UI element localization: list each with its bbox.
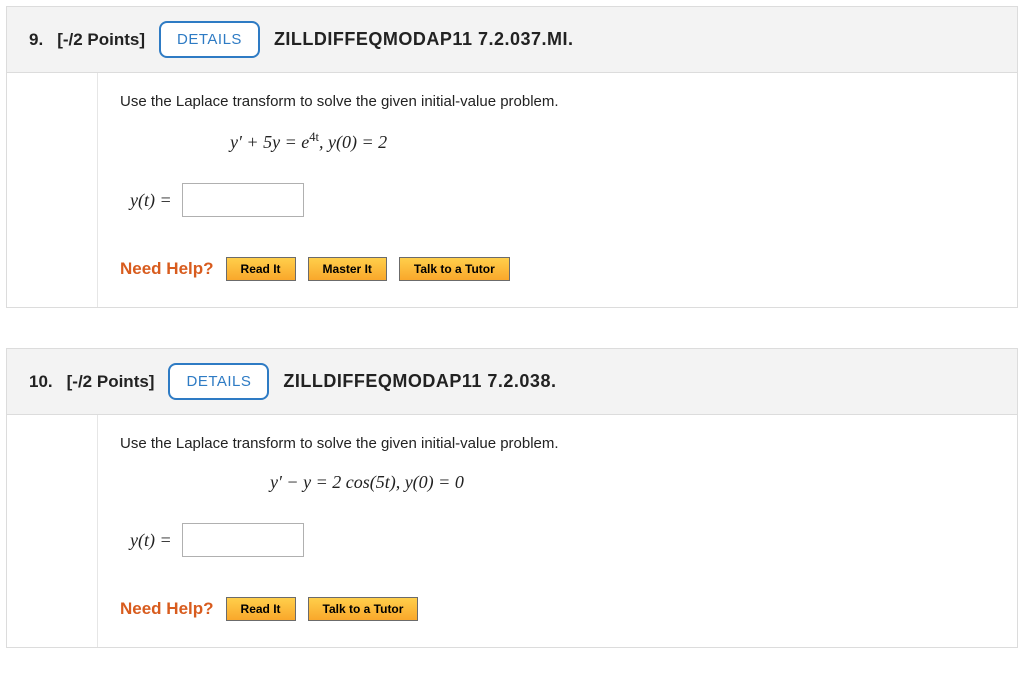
need-help-label: Need Help? bbox=[120, 259, 214, 279]
question-header: 9. [-/2 Points] DETAILS ZILLDIFFEQMODAP1… bbox=[7, 7, 1017, 73]
help-row: Need Help? Read It Master It Talk to a T… bbox=[120, 257, 995, 281]
answer-row: y(t) = bbox=[120, 183, 995, 217]
read-it-button[interactable]: Read It bbox=[226, 257, 296, 281]
read-it-button[interactable]: Read It bbox=[226, 597, 296, 621]
details-button[interactable]: DETAILS bbox=[168, 363, 269, 400]
answer-input[interactable] bbox=[182, 523, 304, 557]
question-prompt: Use the Laplace transform to solve the g… bbox=[120, 93, 995, 110]
eq-sup: 4t bbox=[309, 130, 319, 144]
question-source: ZILLDIFFEQMODAP11 7.2.038. bbox=[283, 371, 556, 392]
question-10: 10. [-/2 Points] DETAILS ZILLDIFFEQMODAP… bbox=[6, 348, 1018, 648]
eq-full: y′ − y = 2 cos(5t), y(0) = 0 bbox=[270, 472, 464, 492]
talk-tutor-button[interactable]: Talk to a Tutor bbox=[399, 257, 510, 281]
question-body: Use the Laplace transform to solve the g… bbox=[97, 415, 1017, 647]
question-number: 10. bbox=[29, 372, 53, 392]
eq-rhs: , y(0) = 2 bbox=[319, 132, 387, 152]
details-button[interactable]: DETAILS bbox=[159, 21, 260, 58]
question-header: 10. [-/2 Points] DETAILS ZILLDIFFEQMODAP… bbox=[7, 349, 1017, 415]
answer-input[interactable] bbox=[182, 183, 304, 217]
points-label: [-/2 Points] bbox=[57, 30, 145, 50]
question-equation: y′ + 5y = e4t, y(0) = 2 bbox=[120, 130, 995, 153]
answer-row: y(t) = bbox=[120, 523, 995, 557]
master-it-button[interactable]: Master It bbox=[308, 257, 387, 281]
question-number: 9. bbox=[29, 30, 43, 50]
yt-label: y(t) = bbox=[120, 530, 172, 551]
talk-tutor-button[interactable]: Talk to a Tutor bbox=[308, 597, 419, 621]
points-label: [-/2 Points] bbox=[67, 372, 155, 392]
question-9: 9. [-/2 Points] DETAILS ZILLDIFFEQMODAP1… bbox=[6, 6, 1018, 308]
question-equation: y′ − y = 2 cos(5t), y(0) = 0 bbox=[120, 472, 995, 493]
help-row: Need Help? Read It Talk to a Tutor bbox=[120, 597, 995, 621]
yt-label: y(t) = bbox=[120, 190, 172, 211]
question-prompt: Use the Laplace transform to solve the g… bbox=[120, 435, 995, 452]
need-help-label: Need Help? bbox=[120, 599, 214, 619]
question-body: Use the Laplace transform to solve the g… bbox=[97, 73, 1017, 307]
question-source: ZILLDIFFEQMODAP11 7.2.037.MI. bbox=[274, 29, 574, 50]
eq-lhs: y′ + 5y = e bbox=[230, 132, 309, 152]
